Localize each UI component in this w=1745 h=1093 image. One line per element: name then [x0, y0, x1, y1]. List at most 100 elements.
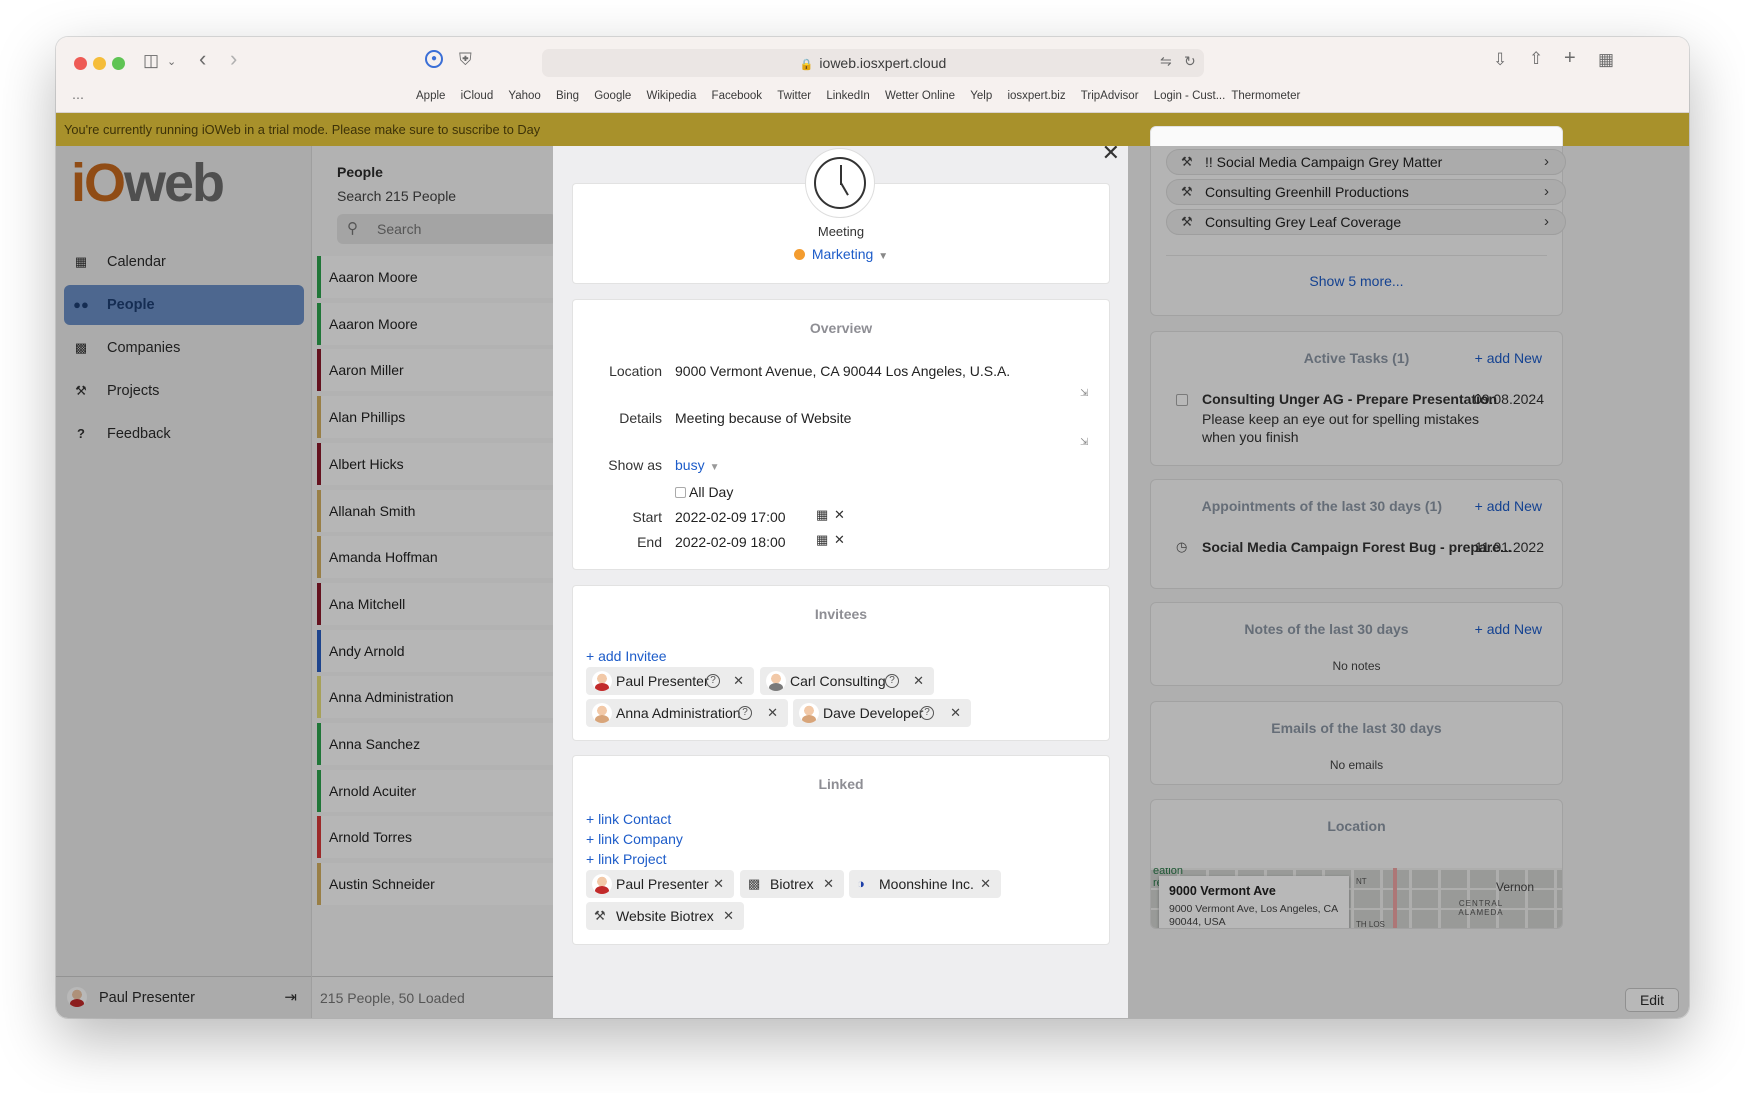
- bookmark-item[interactable]: Yahoo: [508, 90, 540, 102]
- help-icon[interactable]: ?: [885, 674, 899, 688]
- help-icon[interactable]: ?: [706, 674, 720, 688]
- bookmark-item[interactable]: Google: [594, 90, 631, 102]
- remove-icon[interactable]: ✕: [767, 699, 778, 727]
- invitee-chip[interactable]: Paul Presenter? ✕: [586, 667, 754, 695]
- show-as-select[interactable]: busy ▼: [675, 457, 719, 473]
- bookmark-item[interactable]: Twitter: [777, 90, 811, 102]
- invitees-section: Invitees + add Invitee Paul Presenter? ✕ …: [572, 585, 1110, 741]
- appointment-type: Meeting: [817, 224, 865, 239]
- translate-icon[interactable]: ⇋: [1160, 51, 1172, 71]
- avatar: [799, 703, 819, 723]
- dropdown-arrow-icon: ▼: [878, 251, 889, 262]
- end-label: End: [637, 534, 662, 550]
- details-label: Details: [619, 410, 662, 426]
- end-date-field[interactable]: 2022-02-09 18:00: [675, 534, 786, 550]
- bookmark-item[interactable]: Facebook: [712, 90, 763, 102]
- category-color-dot: [793, 249, 805, 260]
- all-day-checkbox[interactable]: All Day: [675, 484, 733, 500]
- calendar-icon[interactable]: ▦: [816, 532, 828, 548]
- forward-icon[interactable]: ›: [230, 48, 237, 70]
- bookmark-item[interactable]: Bing: [556, 90, 579, 102]
- reload-icon[interactable]: ↻: [1184, 51, 1196, 71]
- add-invitee-link[interactable]: + add Invitee: [586, 648, 667, 664]
- resize-handle-icon[interactable]: ⇲: [1080, 388, 1088, 399]
- bookmark-item[interactable]: Login - Cust...: [1154, 90, 1226, 102]
- category-select[interactable]: Marketing ▼: [573, 246, 1109, 262]
- bookmark-item[interactable]: Wikipedia: [647, 90, 697, 102]
- share-icon[interactable]: ⇧: [1529, 49, 1543, 69]
- hammer-icon: ⚒: [594, 908, 606, 923]
- link-contact-link[interactable]: + link Contact: [586, 811, 671, 827]
- linked-section: Linked + link Contact + link Company + l…: [572, 755, 1110, 945]
- overview-section: Overview Location 9000 Vermont Avenue, C…: [572, 299, 1110, 570]
- company-logo-icon: ◑: [857, 876, 865, 891]
- browser-window: ◫ ⌄ ‹ › ● ⛨ 🔒 ioweb.iosxpert.cloud ⇋ ↻ ⇩ …: [56, 37, 1689, 1018]
- link-company-link[interactable]: + link Company: [586, 831, 683, 847]
- linked-company-chip[interactable]: ◑ Moonshine Inc. ✕: [849, 870, 1001, 898]
- clear-end-icon[interactable]: ✕: [834, 532, 845, 548]
- remove-icon[interactable]: ✕: [913, 667, 924, 695]
- invitee-chip[interactable]: Carl Consulting? ✕: [760, 667, 934, 695]
- help-icon[interactable]: ?: [920, 706, 934, 720]
- clock-icon: [805, 148, 875, 218]
- section-title: Invitees: [814, 606, 868, 622]
- help-icon[interactable]: ?: [738, 706, 752, 720]
- remove-icon[interactable]: ✕: [980, 870, 991, 898]
- remove-icon[interactable]: ✕: [723, 902, 734, 930]
- lock-icon: 🔒: [799, 59, 814, 71]
- close-window-button[interactable]: [74, 57, 87, 70]
- shield-icon[interactable]: ⛨: [459, 50, 472, 70]
- avatar: [592, 671, 612, 691]
- close-icon[interactable]: ✕: [1102, 146, 1120, 166]
- bookmark-item[interactable]: Apple: [416, 90, 445, 102]
- sidebar-toggle-icon[interactable]: ◫: [143, 51, 159, 71]
- download-icon[interactable]: ⇩: [1493, 50, 1507, 70]
- show-as-label: Show as: [608, 457, 662, 473]
- section-title: Linked: [818, 776, 864, 792]
- linked-company-chip[interactable]: ▩ Biotrex ✕: [740, 870, 844, 898]
- resize-handle-icon[interactable]: ⇲: [1080, 437, 1088, 448]
- section-title: Overview: [809, 320, 873, 336]
- avatar: [592, 703, 612, 723]
- apps-grid-icon[interactable]: ⋯: [72, 88, 84, 108]
- details-field[interactable]: Meeting because of Website: [675, 403, 1091, 445]
- building-icon: ▩: [748, 876, 761, 891]
- appointment-modal: ✕ Meeting Marketing ▼ Overview Location 9…: [553, 146, 1128, 1018]
- bookmark-item[interactable]: Wetter Online: [885, 90, 955, 102]
- location-label: Location: [609, 363, 662, 379]
- linked-project-chip[interactable]: ⚒ Website Biotrex ✕: [586, 902, 744, 930]
- start-date-field[interactable]: 2022-02-09 17:00: [675, 509, 786, 525]
- remove-icon[interactable]: ✕: [713, 870, 724, 898]
- remove-icon[interactable]: ✕: [823, 870, 834, 898]
- zoom-window-button[interactable]: [112, 57, 125, 70]
- dropdown-arrow-icon: ▼: [709, 462, 720, 473]
- bookmark-item[interactable]: Thermometer: [1231, 90, 1300, 102]
- location-field[interactable]: 9000 Vermont Avenue, CA 90044 Los Angele…: [675, 356, 1091, 398]
- bookmark-item[interactable]: iosxpert.biz: [1007, 90, 1065, 102]
- chevron-down-icon[interactable]: ⌄: [167, 52, 176, 72]
- browser-toolbar: ◫ ⌄ ‹ › ● ⛨ 🔒 ioweb.iosxpert.cloud ⇋ ↻ ⇩ …: [56, 37, 1689, 113]
- remove-icon[interactable]: ✕: [733, 667, 744, 695]
- calendar-icon[interactable]: ▦: [816, 507, 828, 523]
- bookmark-item[interactable]: TripAdvisor: [1081, 90, 1139, 102]
- back-icon[interactable]: ‹: [199, 48, 206, 70]
- linked-contact-chip[interactable]: Paul Presenter ✕: [586, 870, 734, 898]
- tab-overview-icon[interactable]: ▦: [1598, 50, 1614, 70]
- bookmark-item[interactable]: iCloud: [461, 90, 494, 102]
- remove-icon[interactable]: ✕: [950, 699, 961, 727]
- password-manager-icon[interactable]: ●: [425, 50, 443, 68]
- clear-start-icon[interactable]: ✕: [834, 507, 845, 523]
- start-label: Start: [632, 509, 662, 525]
- minimize-window-button[interactable]: [93, 57, 106, 70]
- checkbox[interactable]: [675, 487, 686, 498]
- link-project-link[interactable]: + link Project: [586, 851, 667, 867]
- new-tab-icon[interactable]: +: [1564, 48, 1576, 68]
- avatar: [592, 874, 612, 894]
- invitee-chip[interactable]: Anna Administration? ✕: [586, 699, 788, 727]
- avatar: [766, 671, 786, 691]
- bookmark-item[interactable]: LinkedIn: [826, 90, 869, 102]
- invitee-chip[interactable]: Dave Developer? ✕: [793, 699, 971, 727]
- address-bar[interactable]: 🔒 ioweb.iosxpert.cloud: [542, 49, 1204, 77]
- bookmarks-bar: Apple iCloud Yahoo Bing Google Wikipedia Faceb…: [416, 90, 1316, 102]
- bookmark-item[interactable]: Yelp: [970, 90, 992, 102]
